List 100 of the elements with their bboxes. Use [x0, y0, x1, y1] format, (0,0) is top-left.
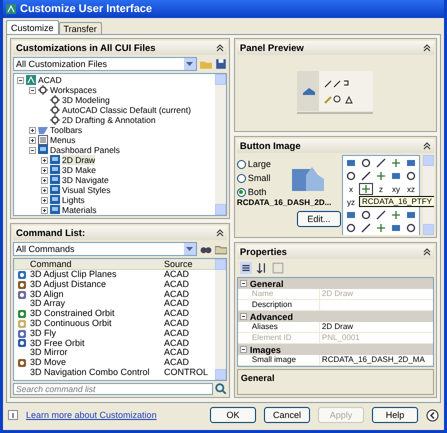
search-field[interactable]: Search command list — [13, 383, 213, 395]
size-radio[interactable]: Small — [236, 173, 327, 183]
size-radio[interactable]: Large — [236, 159, 327, 169]
help-link[interactable]: Learn more about Customization — [26, 410, 157, 420]
tree-item[interactable]: AutoCAD Classic Default (current) — [62, 105, 191, 115]
caret-icon[interactable] — [186, 62, 194, 66]
line-icon — [376, 210, 386, 220]
caret-icon[interactable] — [186, 246, 194, 252]
categorized-icon[interactable] — [240, 262, 252, 274]
axis-label: z — [379, 184, 383, 194]
command-cell[interactable]: 3D Adjust Clip Planes — [30, 270, 164, 280]
section-title: Button Image — [240, 140, 301, 152]
command-icon — [17, 338, 27, 348]
collapse-toggle[interactable] — [240, 313, 247, 320]
column-header[interactable]: Source — [164, 259, 214, 269]
collapse-toggle[interactable] — [240, 346, 247, 353]
scrollbar[interactable] — [214, 259, 226, 380]
command-icon — [17, 318, 27, 329]
line-icon — [361, 171, 371, 181]
expand-toggle[interactable] — [41, 196, 48, 204]
collapse-toggle[interactable] — [240, 280, 247, 287]
shape-icon — [346, 158, 356, 168]
filter-dropdown[interactable]: All Commands — [13, 242, 197, 256]
axis-label: xz — [407, 184, 415, 194]
tree-item[interactable]: 2D Drafting & Annotation — [62, 115, 156, 125]
source-cell-text: CONTROL — [164, 368, 210, 378]
sort-icon[interactable] — [256, 262, 268, 274]
expand-toggle[interactable] — [41, 176, 48, 184]
collapse-toggle[interactable] — [17, 76, 24, 84]
axis-label: x — [349, 184, 353, 194]
tree-item[interactable]: 3D Modeling — [62, 95, 110, 105]
description-title: General — [240, 373, 274, 383]
property-value[interactable]: 2D Draw — [320, 322, 433, 332]
collapse-toggle[interactable] — [29, 86, 36, 94]
cross-icon — [376, 171, 386, 181]
collapse-icon[interactable] — [423, 44, 431, 52]
gear-icon — [50, 95, 60, 105]
tab[interactable]: Customize — [6, 20, 59, 34]
tree-item[interactable]: Dashboard Panels — [50, 145, 120, 155]
circle-icon — [361, 158, 371, 168]
section-title: Customizations in All CUI Files — [16, 42, 156, 54]
property-value[interactable]: RCDATA_16_DASH_2D_MA — [320, 355, 433, 365]
line-icon — [361, 223, 371, 233]
filter-dropdown[interactable]: All Customization Files — [13, 57, 197, 71]
tree-item[interactable]: ACAD — [38, 75, 62, 85]
source-cell-text: ACAD — [164, 309, 190, 319]
tree-item[interactable]: Toolbars — [50, 125, 82, 135]
circle-icon — [361, 210, 371, 220]
command-cell[interactable]: 3D Align — [30, 290, 164, 300]
collapse-toggle[interactable] — [29, 146, 36, 154]
tree-item[interactable]: 3D Navigate — [62, 175, 109, 185]
command-cell[interactable]: 3D Fly — [30, 328, 164, 339]
collapse-icon[interactable] — [426, 408, 439, 422]
dialog-button[interactable]: Cancel — [264, 407, 310, 423]
axis-label: yz — [347, 198, 355, 206]
section-title: Properties — [240, 246, 287, 258]
tooltip: RCDATA_16_PTFY — [359, 196, 434, 207]
command-cell[interactable]: 3D Move — [30, 358, 164, 368]
tree-item[interactable]: Visual Styles — [62, 185, 111, 195]
column-header[interactable]: Command — [14, 259, 164, 269]
expand-toggle[interactable] — [41, 156, 48, 164]
edit-button[interactable]: Edit... — [296, 211, 341, 227]
save-icon[interactable] — [214, 58, 227, 70]
expand-toggle[interactable] — [41, 186, 48, 194]
tree-item[interactable]: Workspaces — [50, 85, 97, 95]
collapse-icon[interactable] — [423, 142, 431, 150]
dialog-button[interactable]: OK — [210, 407, 256, 423]
property-name: Aliases — [250, 322, 320, 332]
cross-icon — [391, 210, 401, 220]
command-cell[interactable]: 3D Navigation Combo Control — [30, 368, 164, 378]
command-icon — [17, 328, 27, 339]
tree-item[interactable]: 2D Draw — [62, 155, 96, 165]
tree-item[interactable]: 3D Make — [62, 165, 96, 175]
expand-toggle[interactable] — [29, 136, 36, 144]
command-cell[interactable]: 3D Free Orbit — [30, 338, 164, 348]
tree-item[interactable]: Materials — [62, 205, 96, 215]
expand-toggle[interactable] — [41, 166, 48, 174]
tree-item[interactable]: Menus — [50, 135, 76, 145]
expand-toggle[interactable] — [41, 206, 48, 214]
tab[interactable]: Transfer — [58, 22, 102, 34]
search-icon[interactable] — [214, 383, 227, 395]
size-radio[interactable]: Both — [236, 187, 327, 197]
category-label: General — [250, 278, 284, 288]
command-cell[interactable]: 3D Continuous Orbit — [30, 318, 164, 329]
command-icon — [17, 290, 27, 300]
command-cell[interactable]: 3D Adjust Distance — [30, 280, 164, 290]
command-cell[interactable]: 3D Mirror — [30, 348, 164, 358]
category-label: Advanced — [250, 312, 293, 322]
dialog-button[interactable]: Help — [372, 407, 418, 423]
expand-toggle[interactable] — [29, 126, 36, 134]
tree-item[interactable]: Lights — [62, 195, 85, 205]
command-cell[interactable]: 3D Array — [30, 299, 164, 310]
collapse-icon[interactable] — [216, 44, 224, 52]
info-icon — [8, 410, 18, 420]
command-icon — [17, 358, 27, 368]
source-cell-text: ACAD — [164, 338, 190, 348]
scrollbar[interactable] — [214, 74, 226, 215]
collapse-icon[interactable] — [423, 248, 431, 256]
collapse-icon[interactable] — [216, 229, 224, 237]
command-cell[interactable]: 3D Constrained Orbit — [30, 309, 164, 319]
